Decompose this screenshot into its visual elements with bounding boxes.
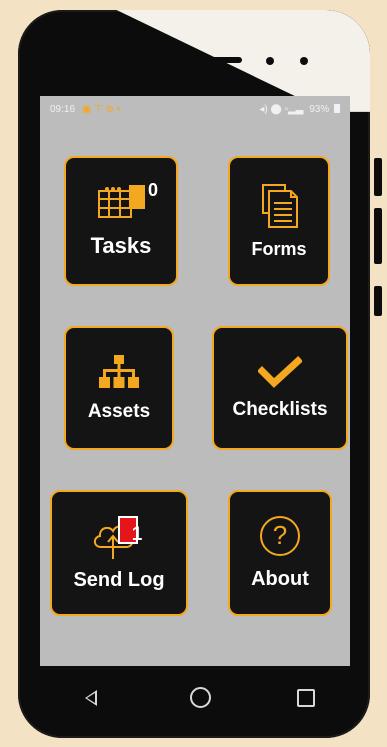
tasks-button[interactable]: 0 Tasks — [64, 156, 178, 286]
forms-button[interactable]: Forms — [228, 156, 330, 286]
back-icon[interactable] — [85, 690, 97, 706]
home-icon[interactable] — [190, 687, 211, 708]
volume-down-button[interactable] — [374, 208, 382, 264]
status-time: 09:16 — [50, 103, 76, 115]
volume-up-button[interactable] — [374, 158, 382, 196]
earpiece-speaker — [178, 57, 242, 63]
about-label: About — [251, 567, 309, 590]
app-screen: 09:16 ▣ ⊤ ⊚ • ◂) ⬤ ▫▂▃ 93% 0 Tasks Forms… — [40, 96, 350, 666]
checkmark-icon — [258, 356, 302, 388]
question-mark-icon: ? — [260, 515, 300, 556]
front-camera-dot — [266, 57, 274, 65]
assets-label: Assets — [87, 401, 151, 422]
tasks-calendar-icon — [98, 185, 145, 218]
status-signal-icons: ◂) ⬤ ▫▂▃ — [259, 103, 304, 115]
battery-icon — [334, 103, 340, 113]
android-nav-bar — [40, 666, 350, 728]
assets-hierarchy-icon — [99, 355, 139, 388]
forms-document-icon — [262, 183, 298, 228]
status-right: ◂) ⬤ ▫▂▃ 93% — [259, 103, 340, 115]
checklists-label: Checklists — [232, 399, 328, 420]
status-bar: 09:16 ▣ ⊤ ⊚ • ◂) ⬤ ▫▂▃ 93% — [40, 96, 350, 122]
battery-percentage: 93% — [309, 103, 330, 115]
send-log-button[interactable]: 1 Send Log — [50, 490, 188, 616]
question-mark-glyph: ? — [272, 520, 288, 550]
about-button[interactable]: ? About — [228, 490, 332, 616]
recents-icon[interactable] — [297, 689, 315, 707]
tasks-badge-count: 0 — [147, 180, 158, 200]
power-button[interactable] — [374, 286, 382, 316]
sensor-dot — [300, 57, 308, 65]
forms-label: Forms — [251, 238, 307, 259]
checklists-button[interactable]: Checklists — [212, 326, 348, 450]
send-log-badge-count: 1 — [131, 524, 143, 545]
send-log-label: Send Log — [73, 568, 165, 591]
status-left: 09:16 ▣ ⊤ ⊚ • — [50, 104, 120, 115]
tasks-label: Tasks — [90, 233, 152, 258]
assets-button[interactable]: Assets — [64, 326, 174, 450]
status-notification-icons: ▣ ⊤ ⊚ • — [81, 103, 121, 115]
